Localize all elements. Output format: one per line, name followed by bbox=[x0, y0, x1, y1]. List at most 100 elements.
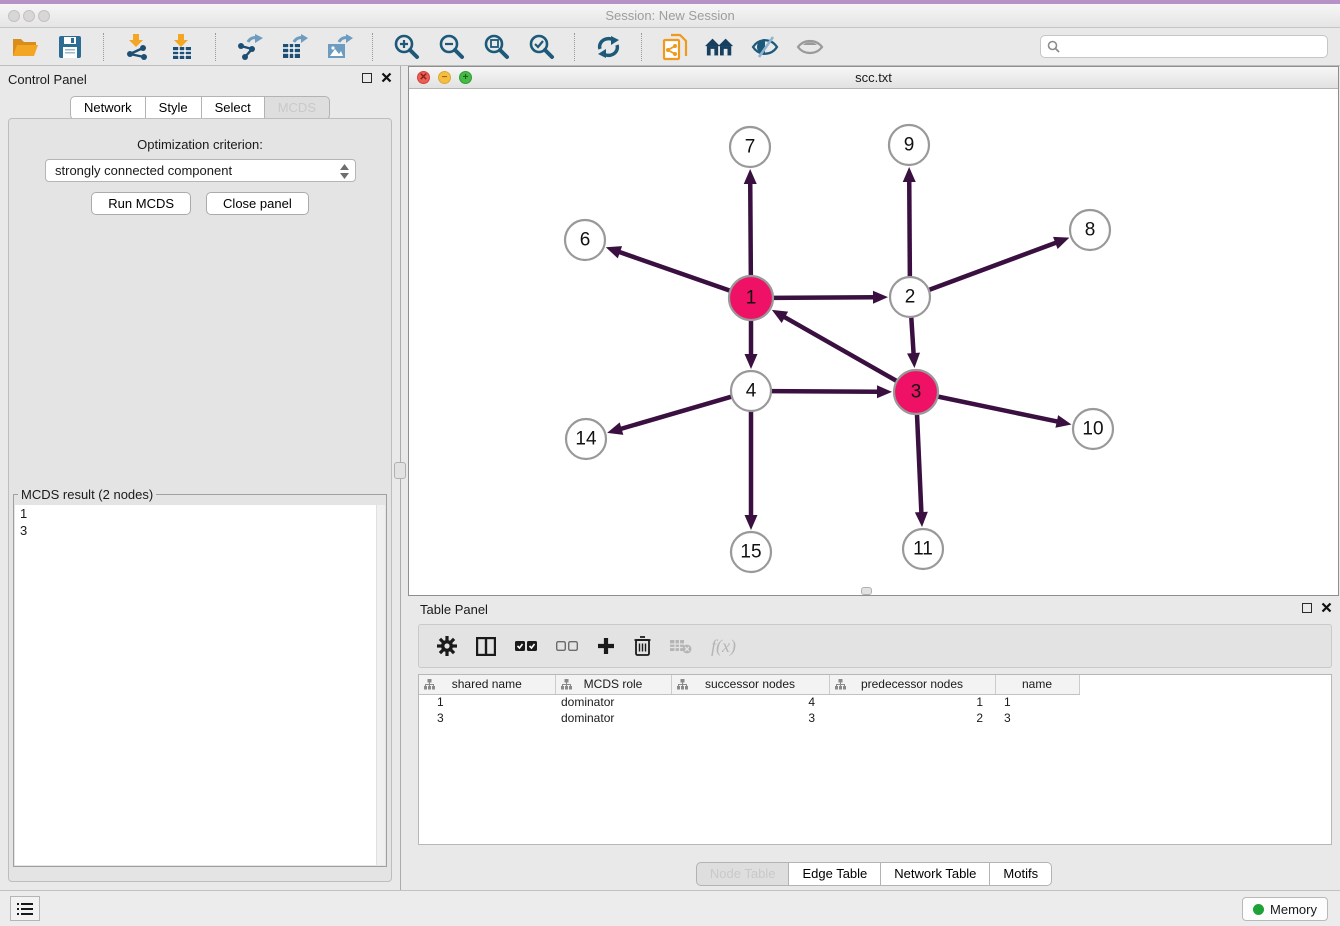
zoom-fit-icon[interactable] bbox=[481, 32, 511, 62]
settings-icon[interactable] bbox=[437, 636, 457, 656]
close-panel-button[interactable]: Close panel bbox=[206, 192, 309, 215]
select-all-rows-icon[interactable] bbox=[515, 641, 537, 652]
float-panel-icon[interactable] bbox=[362, 73, 372, 83]
graph-edge[interactable] bbox=[750, 182, 751, 276]
criterion-dropdown[interactable]: strongly connected component bbox=[45, 159, 356, 182]
tab-mcds[interactable]: MCDS bbox=[264, 96, 330, 120]
graph-edge[interactable] bbox=[620, 397, 732, 430]
table-cell[interactable]: dominator bbox=[555, 710, 671, 726]
column-header[interactable]: shared name bbox=[419, 675, 555, 694]
vertical-splitter-handle[interactable] bbox=[394, 462, 406, 479]
table-cell[interactable]: 1 bbox=[829, 694, 995, 710]
graph-edge[interactable] bbox=[618, 252, 730, 291]
float-table-panel-icon[interactable] bbox=[1302, 603, 1312, 613]
zoom-selected-icon[interactable] bbox=[526, 32, 556, 62]
tab-network[interactable]: Network bbox=[70, 96, 146, 120]
mcds-result-line: 3 bbox=[15, 522, 385, 539]
tab-network-table[interactable]: Network Table bbox=[880, 862, 990, 886]
memory-label: Memory bbox=[1270, 902, 1317, 917]
run-mcds-button[interactable]: Run MCDS bbox=[91, 192, 191, 215]
tab-motifs[interactable]: Motifs bbox=[989, 862, 1052, 886]
close-table-panel-icon[interactable] bbox=[1321, 602, 1332, 613]
tab-select[interactable]: Select bbox=[201, 96, 265, 120]
graph-edge-arrowhead bbox=[607, 422, 623, 434]
control-panel-tabs: Network Style Select MCDS bbox=[0, 96, 400, 120]
table-cell[interactable]: 3 bbox=[419, 710, 555, 726]
graph-edge-arrowhead bbox=[1053, 237, 1069, 249]
graph-node-label: 14 bbox=[575, 429, 597, 450]
export-table-icon[interactable] bbox=[279, 32, 309, 62]
attribute-icon bbox=[677, 679, 688, 690]
table-row[interactable]: 1dominator411 bbox=[419, 694, 1079, 710]
graph-node-label: 8 bbox=[1085, 220, 1096, 241]
zoom-out-icon[interactable] bbox=[436, 32, 466, 62]
search-input[interactable] bbox=[1064, 39, 1321, 55]
graph-edge-arrowhead bbox=[1055, 415, 1071, 428]
mcds-result-list[interactable]: 13 bbox=[15, 505, 385, 865]
tab-edge-table[interactable]: Edge Table bbox=[788, 862, 881, 886]
toolbar-separator bbox=[103, 33, 104, 61]
task-history-button[interactable] bbox=[10, 896, 40, 921]
save-session-icon[interactable] bbox=[55, 32, 85, 62]
delete-table-icon bbox=[670, 638, 692, 654]
graph-edge[interactable] bbox=[771, 391, 879, 392]
graph-node-label: 10 bbox=[1082, 419, 1103, 440]
column-header[interactable]: successor nodes bbox=[671, 675, 829, 694]
result-scrollbar[interactable] bbox=[376, 505, 385, 865]
export-network-icon[interactable] bbox=[234, 32, 264, 62]
table-cell[interactable]: 4 bbox=[671, 694, 829, 710]
table-cell[interactable]: 3 bbox=[995, 710, 1079, 726]
deselect-all-rows-icon[interactable] bbox=[556, 641, 578, 652]
graph-edge[interactable] bbox=[783, 316, 897, 381]
close-panel-icon[interactable] bbox=[381, 72, 392, 83]
table-cell[interactable]: 3 bbox=[671, 710, 829, 726]
graph-edge[interactable] bbox=[929, 242, 1057, 290]
graph-edge[interactable] bbox=[938, 397, 1059, 422]
duplicate-network-icon[interactable] bbox=[660, 32, 690, 62]
attribute-icon bbox=[424, 679, 435, 690]
graph-edge[interactable] bbox=[773, 297, 875, 298]
graph-edge[interactable] bbox=[909, 180, 910, 277]
graph-edge-arrowhead bbox=[873, 291, 888, 304]
import-table-icon[interactable] bbox=[167, 32, 197, 62]
open-session-icon[interactable] bbox=[10, 32, 40, 62]
column-header[interactable]: name bbox=[995, 675, 1079, 694]
delete-row-icon[interactable] bbox=[634, 636, 651, 656]
table-panel: Table Panel f(x) shared nameMC bbox=[408, 596, 1340, 890]
horizontal-splitter-handle[interactable] bbox=[861, 587, 872, 595]
search-field[interactable] bbox=[1040, 35, 1328, 58]
attribute-icon bbox=[835, 679, 846, 690]
table-cell[interactable]: 2 bbox=[829, 710, 995, 726]
graph-edge[interactable] bbox=[911, 317, 913, 355]
import-network-icon[interactable] bbox=[122, 32, 152, 62]
network-graph[interactable]: 1234678910111415 bbox=[409, 89, 1338, 595]
table-row[interactable]: 3dominator323 bbox=[419, 710, 1079, 726]
network-window-titlebar[interactable]: ✕ − + scc.txt bbox=[409, 67, 1338, 89]
graph-node-label: 9 bbox=[904, 135, 915, 156]
table-cell[interactable]: dominator bbox=[555, 694, 671, 710]
graph-node-label: 2 bbox=[905, 287, 916, 308]
graph-edge[interactable] bbox=[917, 414, 921, 514]
hide-panels-icon[interactable] bbox=[750, 32, 780, 62]
add-row-icon[interactable] bbox=[597, 637, 615, 655]
memory-button[interactable]: Memory bbox=[1242, 897, 1328, 921]
tab-node-table[interactable]: Node Table bbox=[696, 862, 790, 886]
table-cell[interactable]: 1 bbox=[419, 694, 555, 710]
network-canvas[interactable]: 1234678910111415 bbox=[409, 89, 1338, 595]
table-tabs: Node Table Edge Table Network Table Moti… bbox=[408, 862, 1340, 886]
table-toolbar: f(x) bbox=[418, 624, 1332, 668]
graph-edge-arrowhead bbox=[915, 512, 928, 527]
column-header[interactable]: MCDS role bbox=[555, 675, 671, 694]
criterion-value: strongly connected component bbox=[55, 163, 232, 178]
tab-style[interactable]: Style bbox=[145, 96, 202, 120]
table-cell[interactable]: 1 bbox=[995, 694, 1079, 710]
zoom-in-icon[interactable] bbox=[391, 32, 421, 62]
table-panel-title: Table Panel bbox=[420, 602, 488, 617]
optimization-criterion-label: Optimization criterion: bbox=[9, 137, 391, 152]
show-network-overview-icon[interactable] bbox=[705, 32, 735, 62]
export-image-icon[interactable] bbox=[324, 32, 354, 62]
refresh-icon[interactable] bbox=[593, 32, 623, 62]
column-header[interactable]: predecessor nodes bbox=[829, 675, 995, 694]
show-panels-icon[interactable] bbox=[795, 32, 825, 62]
show-column-icon[interactable] bbox=[476, 637, 496, 656]
